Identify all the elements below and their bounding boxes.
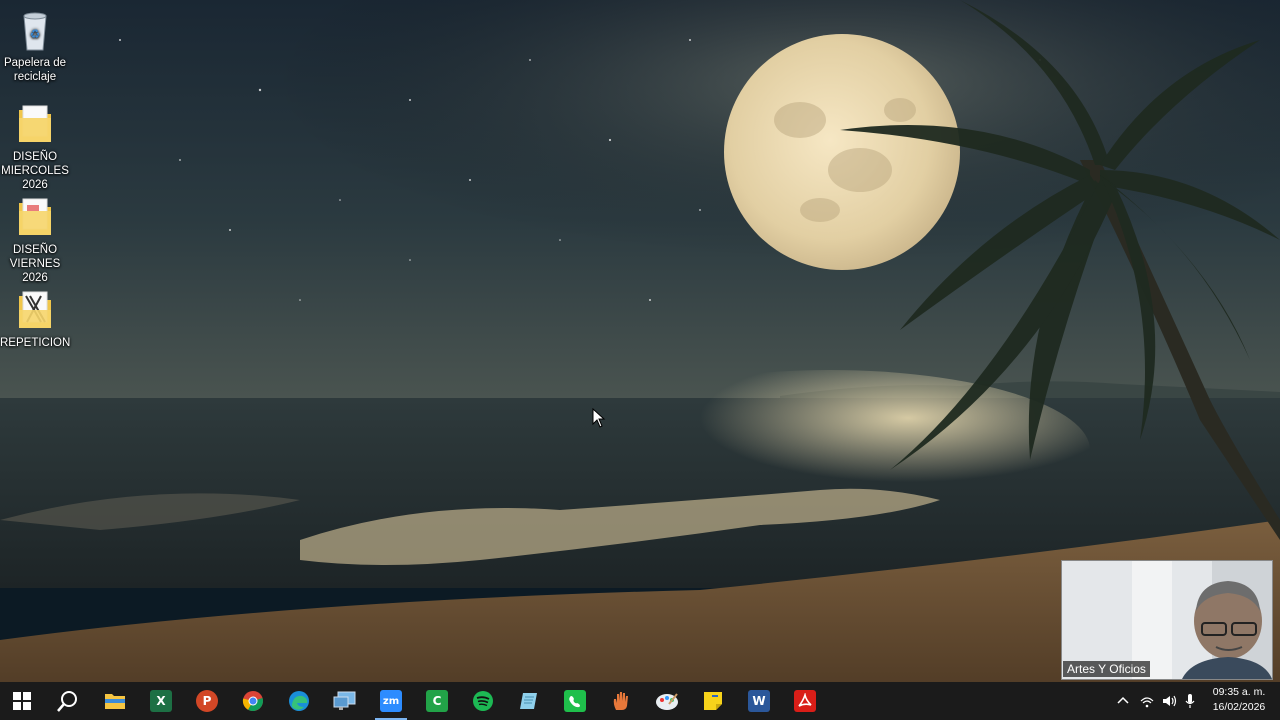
sticky-note-icon [704,692,722,710]
monitor-icon [333,691,356,710]
desktop: ♻ Papelera de reciclaje DISEÑO MIERCOLES… [0,0,1280,720]
taskbar-app-word[interactable]: W [739,682,779,720]
desktop-icon-label: DISEÑO MIERCOLES 2026 [1,151,69,191]
excel-icon: X [150,690,172,712]
webcam-name-label: Artes Y Oficios [1063,661,1150,677]
svg-text:♻: ♻ [30,27,41,41]
phone-icon [564,690,586,712]
taskbar-app-camtasia[interactable]: C [417,682,457,720]
webcam-overlay: Artes Y Oficios [1061,560,1273,680]
taskbar-app-chrome[interactable] [233,682,273,720]
taskbar-app-powerpoint[interactable]: P [187,682,227,720]
desktop-icon-folder-diseno-viernes[interactable]: DISEÑO VIERNES 2026 [0,195,70,285]
search-icon [57,691,77,712]
clock-time: 09:35 a. m. [1212,686,1266,698]
taskbar-start-button[interactable] [2,682,42,720]
powerpoint-icon: P [196,690,218,712]
desktop-icon-label: Papelera de reciclaje [3,57,67,83]
desktop-icon-folder-diseno-miercoles[interactable]: DISEÑO MIERCOLES 2026 [0,102,70,192]
hand-icon [613,692,628,710]
taskbar-app-notepad[interactable] [509,682,549,720]
desktop-icon-recycle-bin[interactable]: ♻ Papelera de reciclaje [0,8,70,84]
word-icon: W [748,690,770,712]
taskbar-clock[interactable]: 09:35 a. m. 16/02/2026 [1208,685,1270,715]
taskbar-app-zoom[interactable]: zm [371,682,411,720]
zoom-icon: zm [380,690,402,712]
desktop-icon-label: REPETICION [0,337,71,349]
recycle-bin-icon: ♻ [23,12,47,51]
clock-date: 16/02/2026 [1212,701,1266,713]
edge-icon [289,691,309,711]
folder-icon [19,105,51,142]
windows-start-icon [13,692,31,710]
taskbar-app-phone[interactable] [555,682,595,720]
taskbar-app-hand[interactable] [601,682,641,720]
taskbar-app-excel[interactable]: X [141,682,181,720]
palette-icon [656,693,678,710]
microphone-icon[interactable] [1182,693,1198,709]
folder-icon [19,198,51,235]
system-tray: 09:35 a. m. 16/02/2026 [1115,682,1280,720]
taskbar-app-edge[interactable] [279,682,319,720]
taskbar-app-acrobat[interactable] [785,682,825,720]
wifi-icon[interactable] [1139,693,1155,709]
pdf-icon [794,690,816,712]
mouse-cursor-icon [592,408,606,428]
notepad-icon [520,693,537,709]
chrome-icon [242,691,263,712]
desktop-icon-label: DISEÑO VIERNES 2026 [9,244,61,284]
volume-icon[interactable] [1161,693,1177,709]
folder-icon [105,694,125,709]
taskbar-search-button[interactable] [48,682,88,720]
taskbar-app-remote-desktop[interactable] [325,682,365,720]
taskbar-app-spotify[interactable] [463,682,503,720]
taskbar-app-paint[interactable] [647,682,687,720]
taskbar: X P zm C W 09:35 a. m. 16/02/2026 [0,682,1280,720]
taskbar-app-sticky-notes[interactable] [693,682,733,720]
spotify-icon [473,691,493,711]
chevron-up-icon[interactable] [1115,693,1131,709]
folder-icon [19,291,51,328]
desktop-icon-folder-repeticion[interactable]: REPETICION [0,288,70,350]
camtasia-icon: C [426,690,448,712]
taskbar-app-file-explorer[interactable] [95,682,135,720]
